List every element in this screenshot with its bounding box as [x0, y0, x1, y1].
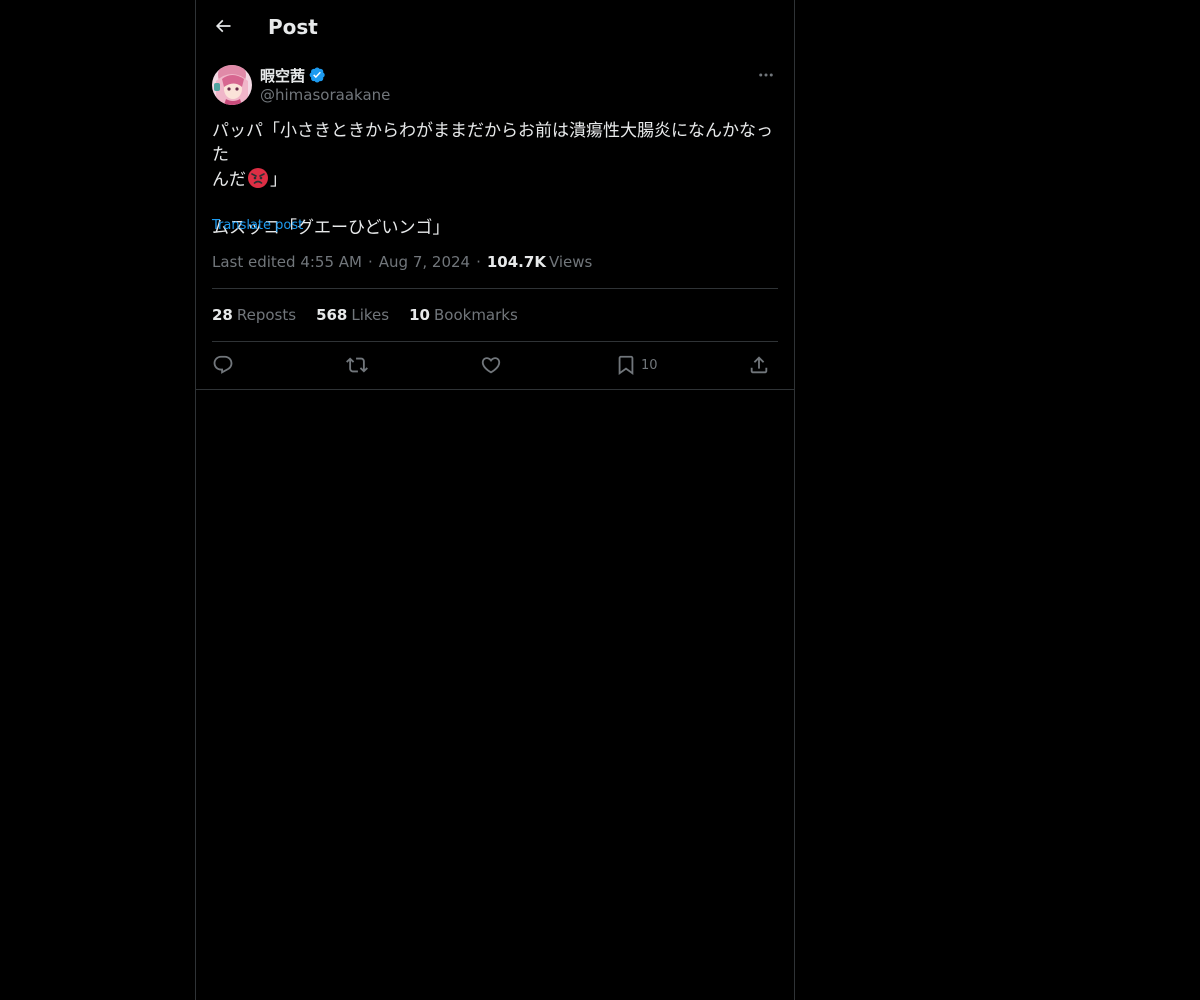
- back-button[interactable]: [208, 11, 238, 41]
- post-meta: Last edited 4:55 AM · Aug 7, 2024 · 104.…: [212, 252, 592, 272]
- author-handle[interactable]: @himasoraakane: [260, 86, 390, 104]
- more-options-button[interactable]: [754, 64, 778, 86]
- page-title: Post: [268, 15, 318, 39]
- edited-time-link[interactable]: Last edited 4:55 AM: [212, 252, 362, 272]
- primary-column: Post 暇空茜 @himasoraakane パッパ「小さきときからわがままだ…: [195, 0, 795, 1000]
- views-count: 104.7K: [486, 253, 546, 271]
- separator-dot: ·: [368, 253, 373, 271]
- bookmarks-stat[interactable]: 10 Bookmarks: [409, 305, 518, 325]
- share-button[interactable]: [748, 352, 770, 378]
- verified-badge-icon[interactable]: [308, 66, 326, 84]
- likes-label: Likes: [351, 306, 390, 324]
- likes-stat[interactable]: 568 Likes: [316, 305, 389, 325]
- post-date[interactable]: Aug 7, 2024: [379, 252, 470, 272]
- post-line: んだ」: [212, 167, 778, 192]
- post-line: パッパ「小さきときからわがままだからお前は潰瘍性大腸炎になんかなった: [212, 121, 773, 165]
- angry-face-icon: [247, 167, 269, 189]
- more-icon: [759, 73, 773, 77]
- bookmarks-label: Bookmarks: [433, 306, 518, 324]
- post-actions: 10: [212, 352, 778, 378]
- repost-icon: [346, 357, 368, 373]
- display-name[interactable]: 暇空茜: [260, 65, 305, 86]
- like-button[interactable]: [480, 352, 502, 378]
- arrow-left-icon: [215, 19, 231, 33]
- bookmark-count: 10: [641, 357, 658, 373]
- share-icon: [750, 356, 768, 374]
- avatar-image: [212, 65, 252, 105]
- bookmark-button[interactable]: 10: [615, 352, 658, 378]
- divider: [212, 288, 778, 289]
- divider: [196, 389, 794, 390]
- reply-button[interactable]: [212, 352, 234, 378]
- likes-count: 568: [316, 306, 348, 324]
- translate-post-link[interactable]: Translate post: [212, 218, 303, 233]
- views-label: Views: [548, 253, 593, 271]
- divider: [212, 341, 778, 342]
- post-header: Post: [196, 0, 794, 54]
- avatar[interactable]: [212, 65, 252, 105]
- separator-dot: ·: [476, 253, 481, 271]
- author-name-row: 暇空茜: [260, 65, 326, 85]
- reply-icon: [213, 355, 233, 374]
- reposts-count: 28: [212, 306, 233, 324]
- reposts-label: Reposts: [236, 306, 297, 324]
- post-author: 暇空茜 @himasoraakane: [212, 64, 778, 108]
- bookmarks-count: 10: [409, 306, 430, 324]
- reposts-stat[interactable]: 28 Reposts: [212, 305, 296, 325]
- bookmark-icon: [618, 355, 634, 376]
- heart-icon: [481, 357, 501, 374]
- repost-button[interactable]: [346, 352, 368, 378]
- post-stats: 28 Reposts 568 Likes 10 Bookmarks: [212, 305, 538, 325]
